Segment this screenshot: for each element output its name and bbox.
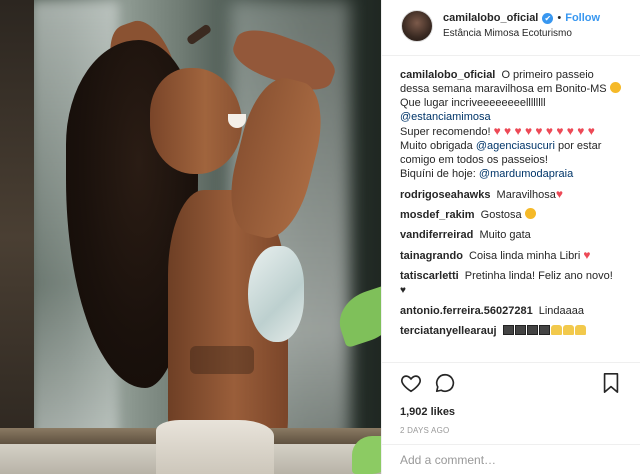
- comment-username[interactable]: vandiferreirad: [400, 229, 473, 241]
- list-item: mosdef_rakim Gostosa: [400, 208, 626, 222]
- verified-badge-icon: ✔: [542, 12, 554, 24]
- clapper-emoji-icon: [514, 325, 526, 335]
- avatar[interactable]: [401, 10, 433, 42]
- heart-outline-icon[interactable]: [400, 372, 424, 396]
- caption-line3: Super recomendo!: [400, 126, 491, 138]
- heart-emoji-icon: ♥: [555, 187, 563, 201]
- comment-text: Lindaaaa: [538, 305, 585, 317]
- caption-username[interactable]: camilalobo_oficial: [400, 69, 495, 81]
- mention-link[interactable]: @estanciamimosa: [400, 111, 491, 123]
- post-sidebar: camilalobo_oficial ✔ • Follow Estância M…: [381, 0, 640, 474]
- location-link[interactable]: Estância Mimosa Ecoturismo: [443, 28, 600, 39]
- comment-text: Coisa linda minha Libri: [469, 250, 581, 262]
- black-heart-emoji-icon: ♥: [400, 285, 406, 296]
- comment-username[interactable]: mosdef_rakim: [400, 209, 475, 221]
- list-item: tatiscarletti Pretinha linda! Feliz ano …: [400, 269, 626, 298]
- post-date: 2 DAYS AGO: [400, 426, 450, 435]
- caption-line2: Que lugar incriveeeeeeeellllllll: [400, 97, 546, 109]
- separator-dot: •: [557, 12, 562, 24]
- mention-link[interactable]: @mardumodapraia: [479, 168, 573, 180]
- post-actions: 1,902 likes 2 DAYS AGO: [382, 362, 640, 435]
- follow-button[interactable]: Follow: [565, 12, 600, 24]
- clapper-emoji-icon: [502, 325, 514, 335]
- heart-emoji-icon: ♥: [583, 248, 591, 262]
- mention-link[interactable]: @agenciasucuri: [476, 140, 555, 152]
- comment-input[interactable]: [400, 453, 620, 467]
- comment-text: Pretinha linda! Feliz ano novo!: [464, 270, 613, 282]
- bookmark-icon[interactable]: [601, 372, 625, 396]
- clapper-emoji-icon: [526, 325, 538, 335]
- list-item: tainagrando Coisa linda minha Libri ♥: [400, 248, 626, 263]
- rock-edge: [0, 0, 34, 474]
- header-info: camilalobo_oficial ✔ • Follow Estância M…: [443, 10, 600, 39]
- list-item: rodrigoseahawks Maravilhosa♥: [400, 187, 626, 202]
- caption: camilalobo_oficial O primeiro passeio de…: [400, 68, 626, 181]
- comment-username[interactable]: tatiscarletti: [400, 270, 459, 282]
- raised-hands-emoji-icon: [550, 325, 562, 335]
- red-hearts-emoji-icon: ♥ ♥ ♥ ♥ ♥ ♥ ♥ ♥ ♥ ♥: [493, 124, 595, 138]
- like-count[interactable]: 1,902 likes: [400, 406, 625, 418]
- list-item: vandiferreirad Muito gata: [400, 228, 626, 242]
- post-photo[interactable]: [0, 0, 381, 474]
- comment-text: Maravilhosa: [496, 189, 556, 201]
- comment-username[interactable]: rodrigoseahawks: [400, 189, 490, 201]
- clapper-emoji-icon: [538, 325, 550, 335]
- comment-username[interactable]: tainagrando: [400, 250, 463, 262]
- comment-username[interactable]: terciatanyellearauj: [400, 325, 497, 337]
- tattoo: [190, 346, 254, 374]
- post-header: camilalobo_oficial ✔ • Follow Estância M…: [382, 0, 640, 56]
- tongue-face-emoji-icon: [524, 208, 536, 219]
- raised-hands-emoji-icon: [574, 325, 586, 335]
- add-comment-bar: [382, 444, 640, 474]
- raised-hands-emoji-icon: [562, 325, 574, 335]
- leaf-bottom: [352, 436, 381, 474]
- speech-bubble-icon[interactable]: [434, 372, 458, 396]
- comment-text: Muito gata: [479, 229, 531, 241]
- list-item: antonio.ferreira.56027281 Lindaaaa: [400, 304, 626, 318]
- caption-line4a: Muito obrigada: [400, 140, 473, 152]
- comment-username[interactable]: antonio.ferreira.56027281: [400, 305, 533, 317]
- header-username[interactable]: camilalobo_oficial: [443, 12, 538, 24]
- comment-text: Gostosa: [480, 209, 522, 221]
- grinning-hearts-emoji-icon: [609, 82, 621, 93]
- caption-line5a: Biquíni de hoje:: [400, 168, 476, 180]
- bikini-bottom: [156, 420, 274, 474]
- bikini-top: [248, 246, 304, 342]
- comments-list[interactable]: camilalobo_oficial O primeiro passeio de…: [382, 56, 640, 362]
- bracelet: [185, 23, 213, 46]
- list-item: terciatanyellearauj: [400, 324, 626, 338]
